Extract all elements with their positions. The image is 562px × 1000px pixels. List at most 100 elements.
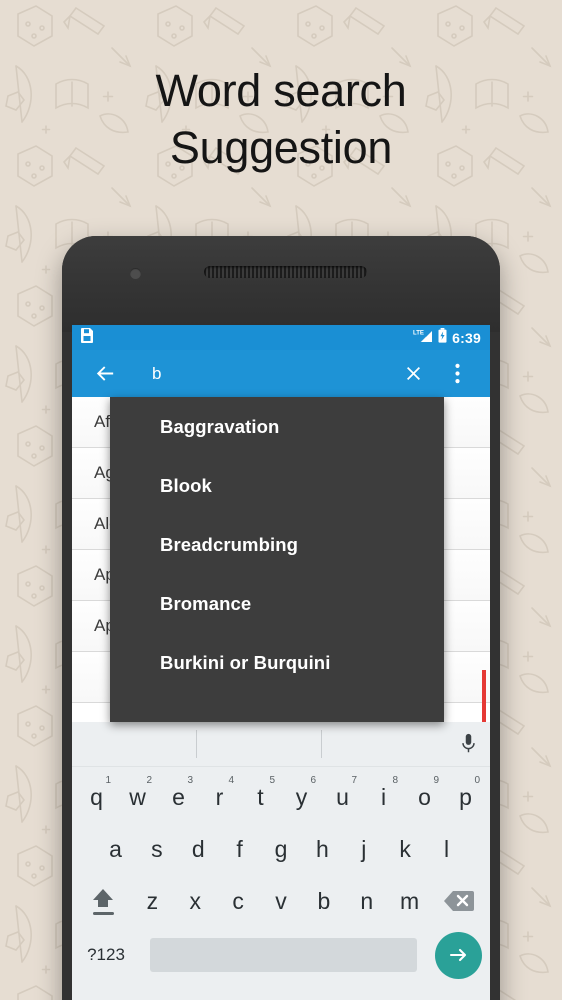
key-x[interactable]: x xyxy=(179,886,212,916)
suggestion-label: Burkini or Burquini xyxy=(160,651,331,673)
close-icon[interactable] xyxy=(396,357,430,391)
search-suggestion-dropdown: Baggravation Blook Breadcrumbing Bromanc… xyxy=(110,397,444,722)
key-d[interactable]: d xyxy=(182,834,215,864)
key-m[interactable]: m xyxy=(393,886,426,916)
key-label: l xyxy=(443,836,450,862)
microphone-icon[interactable] xyxy=(461,733,476,760)
key-h[interactable]: h xyxy=(306,834,339,864)
app-bar: b xyxy=(72,350,490,397)
key-label: k xyxy=(399,836,411,862)
suggestion-label: Bromance xyxy=(160,592,252,614)
key-label: j xyxy=(361,836,367,862)
status-bar-clock: 6:39 xyxy=(452,329,481,346)
key-u[interactable]: 7 u xyxy=(326,775,359,812)
scrollbar-indicator[interactable] xyxy=(482,670,486,722)
key-label: g xyxy=(274,836,288,862)
shift-indicator-bar xyxy=(92,911,114,915)
key-c[interactable]: c xyxy=(222,886,255,916)
suggestion-item-partial[interactable] xyxy=(110,692,444,722)
key-label: h xyxy=(315,836,329,862)
key-number-hint: 5 xyxy=(269,775,275,786)
suggestion-item[interactable]: Blook xyxy=(110,456,444,515)
key-number-hint: 7 xyxy=(351,775,357,786)
key-label: n xyxy=(360,888,374,914)
key-label: f xyxy=(236,836,243,862)
device-screen: LTE 6:39 b Affl Agr Alc Baggravation Blo… xyxy=(72,325,490,1000)
svg-text:LTE: LTE xyxy=(413,330,424,336)
signal-bars-icon: LTE xyxy=(413,328,433,348)
key-label: d xyxy=(191,836,205,862)
key-s[interactable]: s xyxy=(140,834,173,864)
key-z[interactable]: z xyxy=(136,886,169,916)
key-label: q xyxy=(90,784,103,810)
page-title: Word search Suggestion xyxy=(0,62,562,176)
keyboard-suggestion-strip xyxy=(72,722,490,767)
key-number-hint: 8 xyxy=(392,775,398,786)
phone-mockup: LTE 6:39 b Affl Agr Alc Baggravation Blo… xyxy=(62,236,500,1000)
keyboard-row-4: ?123 xyxy=(72,927,490,983)
key-label: w xyxy=(129,784,146,810)
search-input[interactable]: b xyxy=(122,364,396,384)
keyboard-row-2: a s d f g h j k l xyxy=(72,823,490,875)
key-label: c xyxy=(232,888,244,914)
suggestion-item[interactable]: Bromance xyxy=(110,574,444,633)
key-a[interactable]: a xyxy=(99,834,132,864)
front-camera-icon xyxy=(130,268,141,279)
key-p[interactable]: 0 p xyxy=(449,775,482,812)
key-v[interactable]: v xyxy=(265,886,298,916)
key-number-hint: 1 xyxy=(105,775,111,786)
key-f[interactable]: f xyxy=(223,834,256,864)
key-j[interactable]: j xyxy=(347,834,380,864)
suggestion-label: Baggravation xyxy=(160,415,280,437)
symbols-key[interactable]: ?123 xyxy=(80,945,132,965)
suggestion-item[interactable]: Breadcrumbing xyxy=(110,515,444,574)
space-key[interactable] xyxy=(150,938,417,972)
key-label: u xyxy=(336,784,349,810)
key-w[interactable]: 2 w xyxy=(121,775,154,812)
shift-caps-icon[interactable] xyxy=(80,888,126,915)
key-label: r xyxy=(215,784,224,810)
arrow-forward-icon[interactable] xyxy=(435,931,482,979)
key-o[interactable]: 9 o xyxy=(408,775,441,812)
key-q[interactable]: 1 q xyxy=(80,775,113,812)
key-label: t xyxy=(257,784,264,810)
app-bar-actions xyxy=(396,357,474,391)
key-number-hint: 0 xyxy=(474,775,480,786)
soft-keyboard: 1 q 2 w 3 e 4 r 5 t 6 y 7 u 8 i 9 o 0 p … xyxy=(72,722,490,1000)
key-number-hint: 6 xyxy=(310,775,316,786)
key-k[interactable]: k xyxy=(389,834,422,864)
key-number-hint: 3 xyxy=(187,775,193,786)
key-label: s xyxy=(151,836,163,862)
status-bar-notifications xyxy=(81,327,94,348)
key-e[interactable]: 3 e xyxy=(162,775,195,812)
key-label: y xyxy=(295,784,308,810)
key-g[interactable]: g xyxy=(265,834,298,864)
headline-line-1: Word search xyxy=(155,65,407,116)
screenshot-root: Word search Suggestion LTE 6:39 b Affl A… xyxy=(0,0,562,1000)
key-label: m xyxy=(400,888,420,914)
suggestion-label: Blook xyxy=(160,474,212,496)
more-vert-icon[interactable] xyxy=(440,357,474,391)
phone-bezel-top xyxy=(62,236,500,332)
key-r[interactable]: 4 r xyxy=(203,775,236,812)
suggestion-item[interactable]: Baggravation xyxy=(110,397,444,456)
keyboard-row-3: z x c v b n m xyxy=(72,875,490,927)
key-b[interactable]: b xyxy=(307,886,340,916)
arrow-back-icon[interactable] xyxy=(88,357,122,391)
suggestion-divider xyxy=(196,730,197,758)
status-bar: LTE 6:39 xyxy=(72,325,490,350)
key-t[interactable]: 5 t xyxy=(244,775,277,812)
key-label: z xyxy=(146,888,159,914)
sd-card-save-icon xyxy=(81,327,94,348)
key-label: a xyxy=(109,836,122,862)
key-i[interactable]: 8 i xyxy=(367,775,400,812)
key-number-hint: 2 xyxy=(146,775,152,786)
key-y[interactable]: 6 y xyxy=(285,775,318,812)
keyboard-rows: 1 q 2 w 3 e 4 r 5 t 6 y 7 u 8 i 9 o 0 p … xyxy=(72,767,490,983)
key-l[interactable]: l xyxy=(430,834,463,864)
key-n[interactable]: n xyxy=(350,886,383,916)
key-label: e xyxy=(172,784,185,810)
suggestion-item[interactable]: Burkini or Burquini xyxy=(110,633,444,692)
backspace-icon[interactable] xyxy=(436,890,482,912)
suggestion-label: Breadcrumbing xyxy=(160,533,299,555)
